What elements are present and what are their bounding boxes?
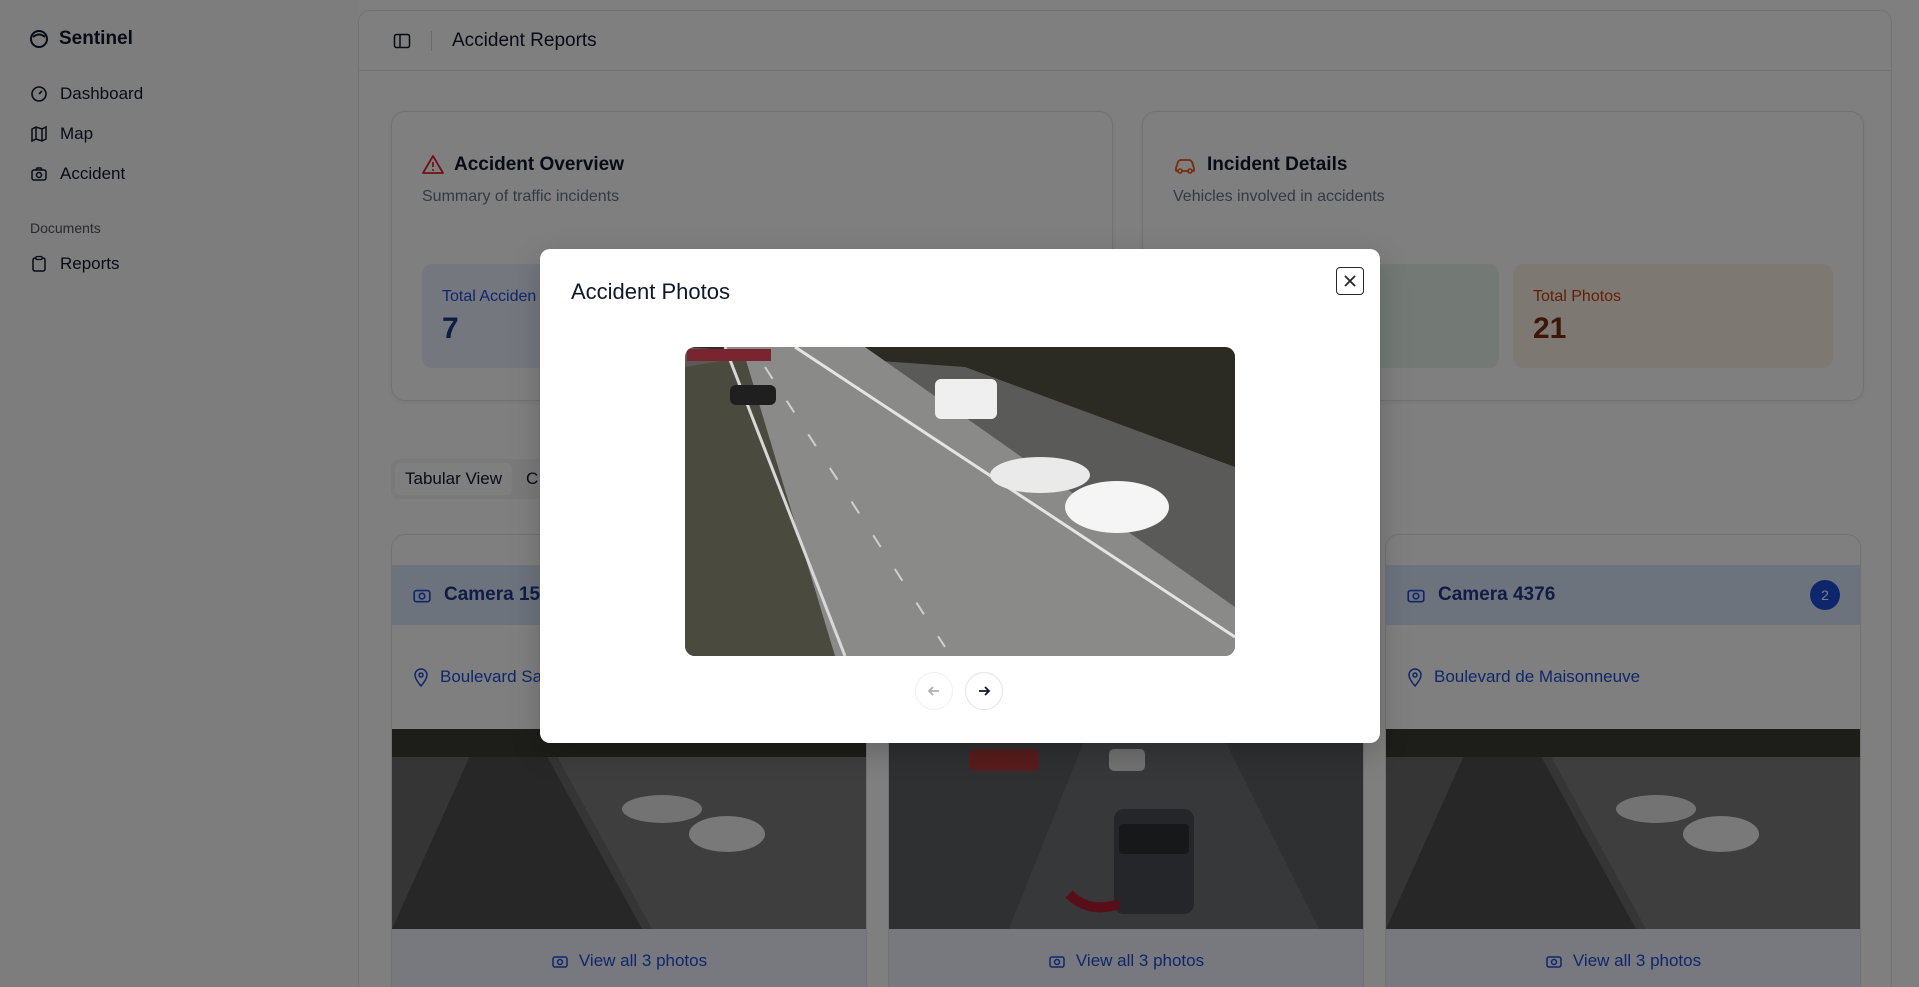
arrow-left-icon: [927, 686, 939, 696]
accident-photo: [685, 347, 1235, 656]
next-photo-button[interactable]: [965, 672, 1003, 710]
close-icon: [1344, 275, 1356, 287]
close-button[interactable]: [1336, 267, 1364, 295]
arrow-right-icon: [979, 686, 991, 696]
photo-dialog: Accident Photos: [540, 249, 1380, 743]
previous-photo-button[interactable]: [915, 672, 953, 710]
dialog-title: Accident Photos: [571, 279, 730, 304]
